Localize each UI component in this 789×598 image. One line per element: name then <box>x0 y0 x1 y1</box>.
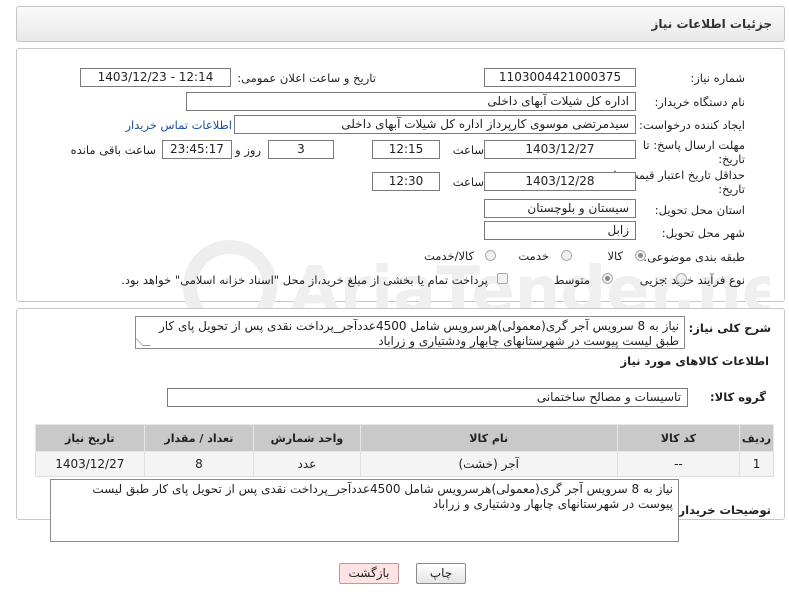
requester-label: ایجاد کننده درخواست: <box>639 118 745 132</box>
category-option-goods: کالا <box>607 249 623 263</box>
purchase-radio-medium[interactable] <box>602 273 613 284</box>
deadline-time-field: 12:15 <box>372 140 440 159</box>
buyer-org-label: نام دستگاه خریدار: <box>654 95 745 109</box>
col-header-code: کد کالا <box>616 424 741 452</box>
days-count-field: 3 <box>268 140 334 159</box>
description-label: شرح کلی نیاز: <box>688 321 771 335</box>
purchase-option-medium: متوسط <box>553 273 590 287</box>
cell-row-num: 1 <box>739 451 774 477</box>
purchase-radio-minor[interactable] <box>676 273 687 284</box>
col-header-unit: واحد شمارش <box>253 424 361 452</box>
buyer-notes-label: توضیحات خریدار: <box>673 503 771 517</box>
category-radio-goods[interactable] <box>635 250 646 261</box>
resize-grip-icon[interactable] <box>136 338 151 346</box>
validity-label-line2: تاریخ: <box>718 182 745 196</box>
validity-time-label: ساعت <box>452 175 484 189</box>
remaining-time-label: ساعت باقی مانده <box>70 143 156 157</box>
city-field: زابل <box>484 221 636 240</box>
announce-label: تاریخ و ساعت اعلان عمومی: <box>237 71 376 85</box>
category-radio-service[interactable] <box>561 250 572 261</box>
page-header: جزئیات اطلاعات نیاز <box>16 6 785 42</box>
cell-unit: عدد <box>253 451 361 477</box>
validity-time-field: 12:30 <box>372 172 440 191</box>
deadline-label-line2: تاریخ: <box>718 152 745 166</box>
treasury-note: پرداخت تمام یا بخشی از مبلغ خرید،از محل … <box>121 273 488 287</box>
cell-date: 1403/12/27 <box>35 451 145 477</box>
days-label: روز و <box>235 143 261 157</box>
province-label: استان محل تحویل: <box>654 203 745 217</box>
col-header-row-num: ردیف <box>739 424 774 452</box>
city-label: شهر محل تحویل: <box>661 226 745 240</box>
category-radio-goods-service[interactable] <box>485 250 496 261</box>
remaining-time-field: 23:45:17 <box>162 140 232 159</box>
items-table: ردیف کد کالا نام کالا واحد شمارش تعداد /… <box>35 424 774 477</box>
deadline-date-field: 1403/12/27 <box>484 140 636 159</box>
need-number-label: شماره نیاز: <box>690 71 745 85</box>
description-textarea[interactable]: نیاز به 8 سرویس آجر گری(معمولی)هرسرویس ش… <box>135 316 685 349</box>
requester-field: سیدمرتضی موسوی کارپرداز اداره کل شیلات آ… <box>234 115 636 134</box>
description-text: نیاز به 8 سرویس آجر گری(معمولی)هرسرویس ش… <box>158 319 679 348</box>
goods-group-label: گروه کالا: <box>710 390 766 404</box>
cell-name: آجر (خشت) <box>359 451 618 477</box>
category-option-goods-service: کالا/خدمت <box>423 249 474 263</box>
col-header-quantity: تعداد / مقدار <box>143 424 255 452</box>
treasury-checkbox[interactable] <box>497 273 508 284</box>
print-button[interactable]: چاپ <box>416 563 466 584</box>
category-option-service: خدمت <box>518 249 549 263</box>
table-row: 1 -- آجر (خشت) عدد 8 1403/12/27 <box>35 451 774 477</box>
buyer-contact-link[interactable]: اطلاعات تماس خریدار <box>125 118 232 132</box>
province-field: سیستان و بلوچستان <box>484 199 636 218</box>
col-header-date: تاریخ نیاز <box>35 424 145 452</box>
deadline-label-line1: مهلت ارسال پاسخ: تا <box>642 138 745 152</box>
goods-group-field: تاسیسات و مصالح ساختمانی <box>167 388 688 407</box>
col-header-name: نام کالا <box>359 424 618 452</box>
cell-code: -- <box>616 451 741 477</box>
category-label: طبقه بندی موضوعی: <box>643 250 745 264</box>
cell-quantity: 8 <box>143 451 255 477</box>
validity-date-field: 1403/12/28 <box>484 172 636 191</box>
buyer-notes-text: نیاز به 8 سرویس آجر گری(معمولی)هرسرویس ش… <box>92 482 673 511</box>
buyer-org-field: اداره کل شیلات آبهای داخلی <box>186 92 636 111</box>
need-number-field: 1103004421000375 <box>484 68 636 87</box>
table-header-row: ردیف کد کالا نام کالا واحد شمارش تعداد /… <box>35 424 774 452</box>
deadline-time-label: ساعت <box>452 143 484 157</box>
purchase-option-minor: جزیی <box>639 273 666 287</box>
page-title: جزئیات اطلاعات نیاز <box>651 17 772 31</box>
back-button[interactable]: بازگشت <box>339 563 399 584</box>
buyer-notes-textarea[interactable]: نیاز به 8 سرویس آجر گری(معمولی)هرسرویس ش… <box>50 479 679 542</box>
goods-section-title: اطلاعات کالاهای مورد نیاز <box>620 354 769 368</box>
announce-field: 1403/12/23 - 12:14 <box>80 68 231 87</box>
